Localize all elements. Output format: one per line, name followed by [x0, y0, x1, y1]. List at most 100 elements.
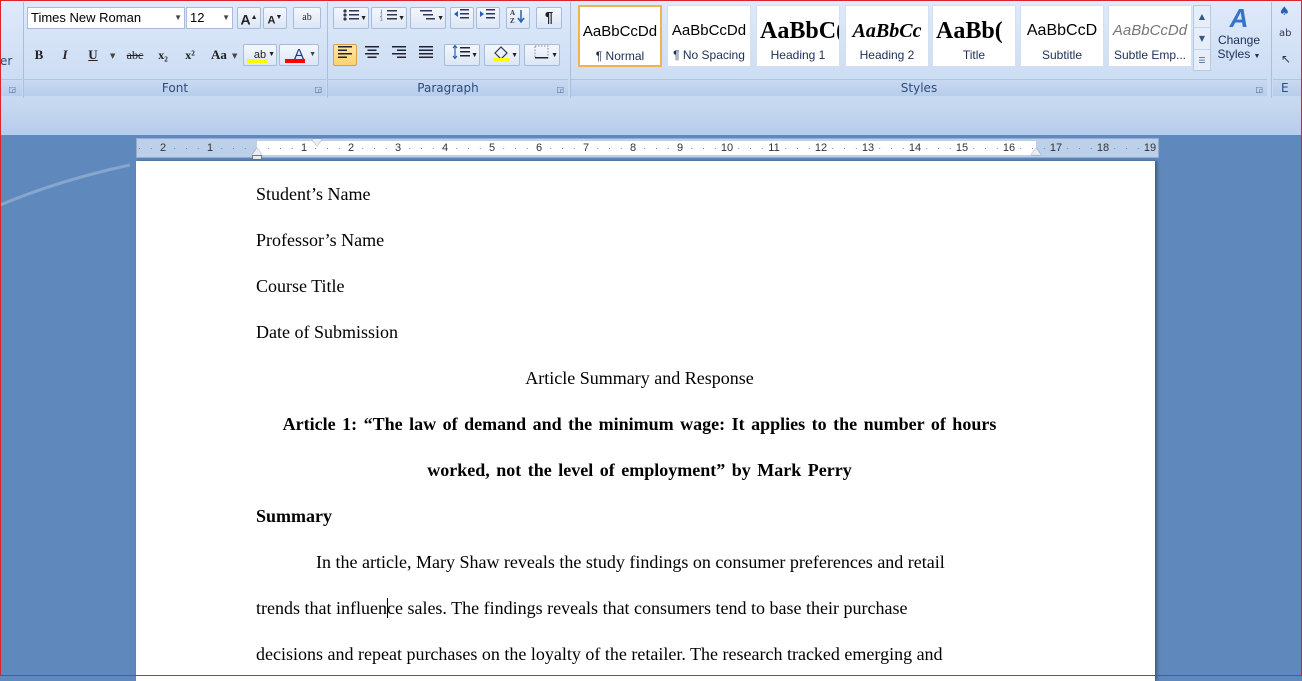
align-right-button[interactable]	[387, 44, 411, 66]
style-title[interactable]: AaBb( Title	[932, 5, 1016, 67]
body-line-1[interactable]: In the article, Mary Shaw reveals the st…	[316, 552, 945, 573]
ruler-label: 19	[1143, 142, 1157, 154]
font-color-button[interactable]: A ▼	[279, 44, 319, 66]
body-line-3[interactable]: decisions and repeat purchases on the lo…	[256, 644, 943, 665]
svg-text:A: A	[510, 9, 515, 17]
bullets-button[interactable]: ▼	[333, 7, 369, 29]
styles-dialog-launcher-icon[interactable]: ◲	[1255, 85, 1263, 94]
student-name-line[interactable]: Student’s Name	[256, 184, 371, 205]
font-size-combo[interactable]: 12 ▼	[186, 7, 233, 29]
numbering-icon: 123	[380, 10, 397, 23]
right-indent-marker[interactable]	[1031, 148, 1041, 155]
ruler-minor-tick: ·	[267, 143, 271, 153]
line-spacing-icon	[452, 44, 470, 60]
replace-icon[interactable]: ab	[1279, 28, 1291, 39]
sort-button[interactable]: AZ	[506, 7, 530, 29]
clipboard-launcher-icon[interactable]: ◲	[8, 85, 16, 94]
professor-name-line[interactable]: Professor’s Name	[256, 230, 384, 251]
ruler-minor-tick: ·	[467, 143, 470, 153]
underline-button[interactable]: U	[81, 44, 105, 66]
ruler-minor-tick: ·	[796, 143, 799, 153]
font-name-combo[interactable]: Times New Roman ▼	[27, 7, 185, 29]
ruler-label: 8	[629, 142, 637, 154]
font-size-value: 12	[190, 10, 205, 25]
styles-gallery-scroller[interactable]: ▲ ▼ ☰	[1193, 5, 1211, 71]
ruler-label: 4	[441, 142, 449, 154]
ruler-minor-tick: ·	[995, 143, 999, 153]
paragraph-dialog-launcher-icon[interactable]: ◲	[556, 85, 564, 94]
submission-date-line[interactable]: Date of Submission	[256, 322, 398, 343]
ruler-minor-tick: ·	[737, 143, 741, 153]
borders-button[interactable]: ▼	[524, 44, 560, 66]
document-page[interactable]: Student’s Name Professor’s Name Course T…	[136, 161, 1155, 681]
ruler-minor-tick: ·	[384, 143, 388, 153]
shading-button[interactable]: ▼	[484, 44, 520, 66]
ruler-minor-tick: ·	[149, 143, 153, 153]
style-subtitle[interactable]: AaBbCcD Subtitle	[1020, 5, 1104, 67]
highlight-button[interactable]: ab ▼	[243, 44, 277, 66]
gallery-more-icon[interactable]: ☰	[1194, 50, 1210, 71]
ruler-label: 12	[814, 142, 828, 154]
style-normal[interactable]: AaBbCcDd ¶ Normal	[578, 5, 662, 67]
ruler-minor-tick: ·	[831, 143, 835, 153]
document-title[interactable]: Article Summary and Response	[256, 368, 1023, 389]
course-title-line[interactable]: Course Title	[256, 276, 345, 297]
ruler-minor-tick: ·	[784, 143, 788, 153]
line-spacing-button[interactable]: ▼	[444, 44, 480, 66]
justify-button[interactable]	[414, 44, 438, 66]
decrease-indent-button[interactable]	[450, 7, 474, 29]
show-formatting-marks-button[interactable]: ¶	[536, 7, 562, 29]
subscript-button[interactable]: x₂	[151, 44, 175, 66]
gallery-up-icon[interactable]: ▲	[1194, 6, 1210, 28]
body-line-2[interactable]: trends that influence sales. The finding…	[256, 598, 907, 619]
ruler-label: 6	[535, 142, 543, 154]
summary-heading[interactable]: Summary	[256, 506, 332, 527]
bold-button[interactable]: B	[27, 44, 51, 66]
change-case-button[interactable]: Aa	[206, 44, 232, 66]
align-center-button[interactable]	[360, 44, 384, 66]
find-icon[interactable]: ♠	[1279, 4, 1290, 18]
ruler-minor-tick: ·	[138, 143, 141, 153]
superscript-button[interactable]: x²	[178, 44, 202, 66]
style-heading-2[interactable]: AaBbCc Heading 2	[845, 5, 929, 67]
chevron-down-icon[interactable]: ▼	[110, 52, 115, 60]
style-subtle-emphasis[interactable]: AaBbCcDd Subtle Emp...	[1108, 5, 1192, 67]
ruler-minor-tick: ·	[666, 143, 670, 153]
clear-formatting-button[interactable]: ab	[293, 7, 321, 29]
editing-group-label: E	[1273, 79, 1302, 96]
italic-button[interactable]: I	[53, 44, 77, 66]
font-dialog-launcher-icon[interactable]: ◲	[314, 85, 322, 94]
grow-font-button[interactable]: A▲	[237, 7, 261, 29]
horizontal-ruler[interactable]: 2 1 1 2 3 4 5 6 7 8 9 10 11 12 13 14 15 16 17 18 19 · · · · · · · · ·…	[136, 138, 1159, 160]
paint-bucket-icon	[493, 46, 509, 61]
change-styles-button[interactable]: A Change Styles ▼	[1214, 3, 1264, 75]
font-group-label: Font	[24, 79, 326, 96]
ruler-minor-tick: ·	[326, 143, 329, 153]
select-cursor-icon[interactable]: ↖	[1281, 52, 1291, 66]
chevron-down-icon[interactable]: ▼	[232, 52, 237, 60]
ribbon-bottom-band	[0, 101, 1302, 135]
ruler-minor-tick: ·	[1113, 143, 1117, 153]
numbering-button[interactable]: 123 ▼	[371, 7, 407, 29]
align-left-button[interactable]	[333, 44, 357, 66]
article-heading-line-2[interactable]: worked, not the level of employment” by …	[256, 460, 1023, 481]
ruler-label: 5	[488, 142, 496, 154]
first-line-indent-marker[interactable]	[312, 139, 322, 146]
ruler-minor-tick: ·	[232, 143, 235, 153]
style-no-spacing[interactable]: AaBbCcDd ¶ No Spacing	[667, 5, 751, 67]
strikethrough-button[interactable]: abc	[120, 44, 150, 66]
style-heading-1[interactable]: AaBbC( Heading 1	[756, 5, 840, 67]
shrink-font-button[interactable]: A▼	[263, 7, 287, 29]
article-heading-line-1[interactable]: Article 1: “The law of demand and the mi…	[256, 414, 1023, 435]
ruler-minor-tick: ·	[1042, 143, 1046, 153]
ruler-minor-tick: ·	[596, 143, 600, 153]
ruler-minor-tick: ·	[408, 143, 412, 153]
gallery-down-icon[interactable]: ▼	[1194, 28, 1210, 50]
ruler-minor-tick: ·	[925, 143, 929, 153]
multilevel-list-button[interactable]: ▼	[410, 7, 446, 29]
ruler-minor-tick: ·	[984, 143, 987, 153]
borders-icon	[534, 45, 549, 59]
bullets-icon	[343, 9, 359, 21]
increase-indent-button[interactable]	[476, 7, 500, 29]
styles-group-label: Styles	[571, 79, 1267, 96]
